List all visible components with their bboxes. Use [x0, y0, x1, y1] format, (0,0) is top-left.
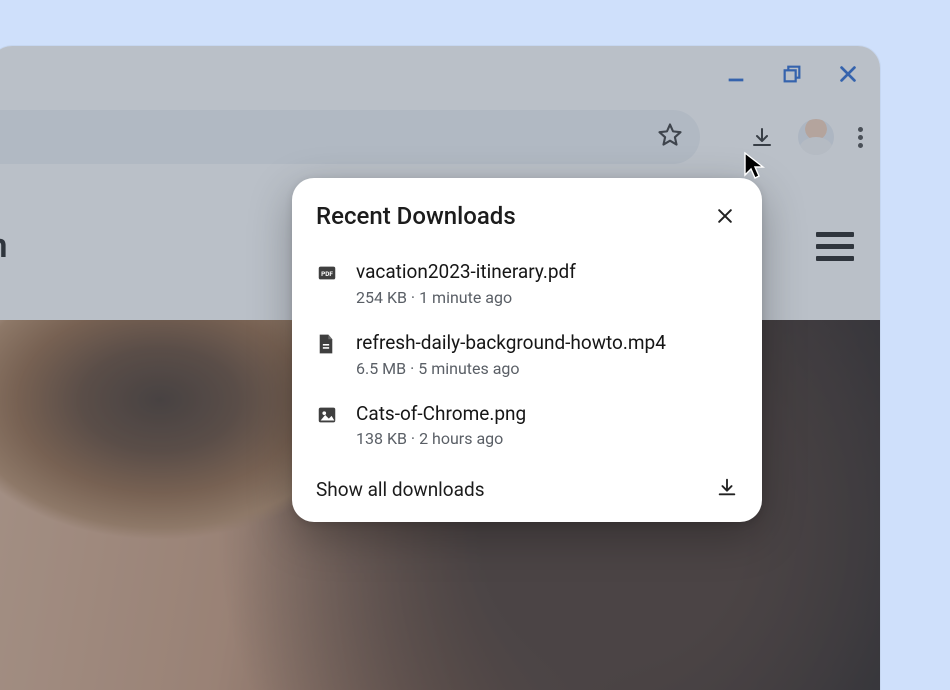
profile-avatar[interactable]: [798, 119, 834, 155]
download-filename: Cats-of-Chrome.png: [356, 402, 526, 426]
download-meta: 254 KB · 1 minute ago: [356, 288, 576, 307]
downloads-toolbar-button[interactable]: [740, 115, 784, 159]
address-bar[interactable]: [0, 110, 700, 164]
pdf-file-icon: PDF: [316, 262, 338, 288]
recent-downloads-popover: Recent Downloads PDF vacation2023-itiner…: [292, 178, 762, 522]
close-icon: [715, 206, 735, 226]
site-menu-icon[interactable]: [816, 232, 854, 261]
browser-menu-button[interactable]: [848, 125, 872, 149]
close-popover-button[interactable]: [712, 203, 738, 229]
download-filename: refresh-daily-background-howto.mp4: [356, 331, 666, 355]
download-icon: [750, 125, 774, 149]
site-title-fragment: m: [0, 226, 8, 266]
browser-toolbar: [0, 102, 880, 172]
download-meta: 6.5 MB · 5 minutes ago: [356, 359, 666, 378]
minimize-button[interactable]: [722, 60, 750, 88]
download-item[interactable]: Cats-of-Chrome.png 138 KB · 2 hours ago: [316, 390, 738, 461]
download-meta: 138 KB · 2 hours ago: [356, 429, 526, 448]
close-window-button[interactable]: [834, 60, 862, 88]
download-icon: [716, 476, 738, 502]
bookmark-star-icon[interactable]: [656, 121, 684, 153]
restore-button[interactable]: [778, 60, 806, 88]
download-item[interactable]: refresh-daily-background-howto.mp4 6.5 M…: [316, 319, 738, 390]
show-all-downloads-link[interactable]: Show all downloads: [316, 478, 485, 501]
download-filename: vacation2023-itinerary.pdf: [356, 260, 576, 284]
download-item[interactable]: PDF vacation2023-itinerary.pdf 254 KB · …: [316, 248, 738, 319]
svg-text:PDF: PDF: [321, 270, 333, 278]
image-file-icon: [316, 404, 338, 430]
window-titlebar: [0, 46, 880, 102]
popover-title: Recent Downloads: [316, 202, 516, 230]
generic-file-icon: [316, 333, 338, 359]
